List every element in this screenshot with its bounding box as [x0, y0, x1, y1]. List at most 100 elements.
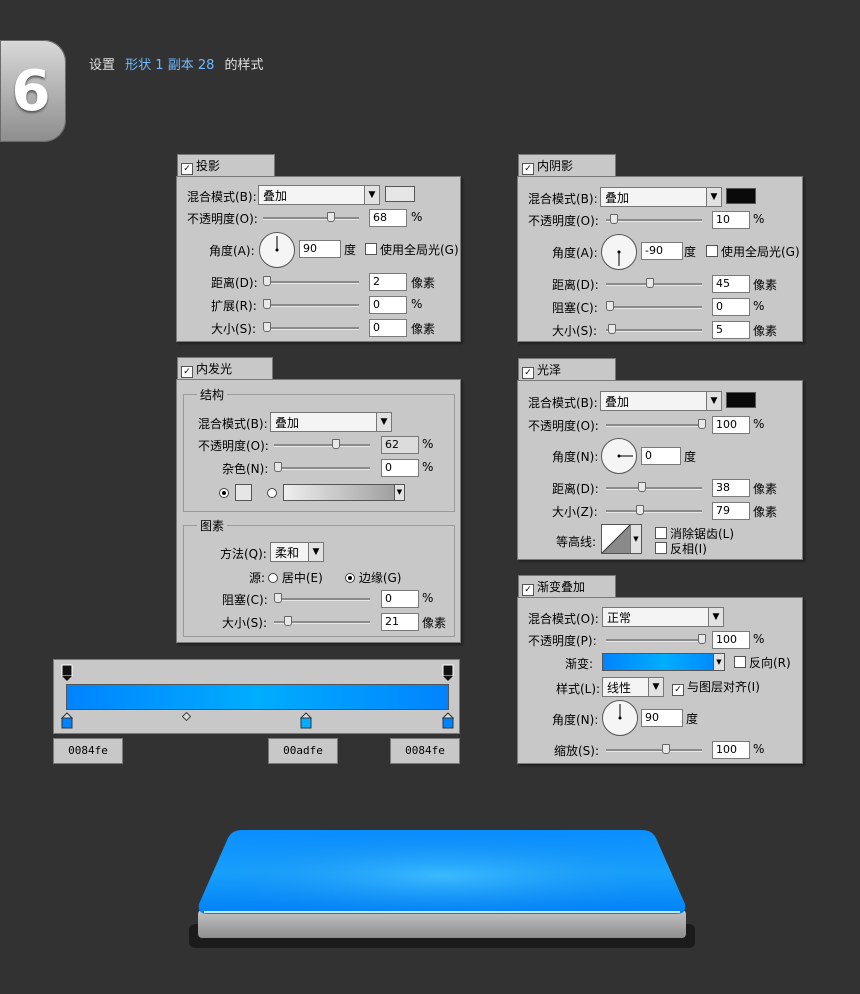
slider-knob[interactable] — [646, 278, 654, 288]
glow-gradient-swatch[interactable]: ▼ — [283, 484, 405, 501]
angle-input[interactable]: -90 — [641, 242, 683, 260]
global-light-checkbox[interactable]: 使用全局光(G) — [365, 241, 459, 258]
slider-knob[interactable] — [263, 322, 271, 332]
opacity-slider[interactable] — [606, 419, 706, 429]
style-select[interactable]: 线性 ▼ — [602, 677, 664, 697]
checkbox-box[interactable] — [734, 656, 746, 668]
spread-slider[interactable] — [263, 299, 359, 309]
invert-checkbox[interactable]: 反相(I) — [655, 540, 707, 557]
slider-knob[interactable] — [274, 593, 282, 603]
drop-shadow-checkbox[interactable]: ✓ — [181, 163, 193, 175]
angle-input[interactable]: 90 — [641, 709, 683, 727]
blend-mode-select[interactable]: 叠加 ▼ — [258, 185, 380, 205]
tab-drop-shadow[interactable]: ✓ 投影 — [177, 154, 275, 176]
shadow-color-swatch[interactable] — [385, 186, 415, 202]
angle-dial[interactable] — [259, 232, 295, 268]
checkbox-box[interactable] — [706, 245, 718, 257]
size-slider[interactable] — [274, 616, 370, 626]
color-stop-right-icon[interactable] — [442, 712, 454, 729]
angle-dial[interactable] — [602, 700, 638, 736]
opacity-input[interactable]: 62 — [381, 436, 419, 454]
choke-slider[interactable] — [606, 301, 702, 311]
tab-gradient-overlay[interactable]: ✓ 渐变叠加 — [518, 575, 616, 597]
opacity-slider[interactable] — [606, 214, 702, 224]
distance-slider[interactable] — [606, 278, 702, 288]
gradient-overlay-checkbox[interactable]: ✓ — [522, 584, 534, 596]
opacity-slider[interactable] — [606, 634, 706, 644]
slider-knob[interactable] — [610, 214, 618, 224]
size-slider[interactable] — [606, 324, 702, 334]
distance-slider[interactable] — [606, 482, 702, 492]
slider-knob[interactable] — [284, 616, 292, 626]
satin-checkbox[interactable]: ✓ — [522, 367, 534, 379]
size-input[interactable]: 0 — [369, 319, 407, 337]
opacity-input[interactable]: 68 — [369, 209, 407, 227]
radio-edge[interactable] — [345, 573, 355, 583]
checkbox-box[interactable]: ✓ — [672, 684, 684, 696]
slider-knob[interactable] — [332, 439, 340, 449]
global-light-checkbox[interactable]: 使用全局光(G) — [706, 243, 800, 260]
distance-input[interactable]: 45 — [712, 275, 750, 293]
opacity-slider[interactable] — [263, 212, 359, 222]
size-input[interactable]: 5 — [712, 321, 750, 339]
shadow-color-swatch[interactable] — [726, 188, 756, 204]
slider-knob[interactable] — [698, 634, 706, 644]
angle-input[interactable]: 0 — [641, 447, 681, 465]
spread-input[interactable]: 0 — [369, 296, 407, 314]
angle-dial[interactable] — [601, 438, 637, 474]
slider-knob[interactable] — [662, 744, 670, 754]
choke-slider[interactable] — [274, 593, 370, 603]
distance-input[interactable]: 2 — [369, 273, 407, 291]
reverse-checkbox[interactable]: 反向(R) — [734, 654, 791, 671]
color-stop-left-icon[interactable] — [61, 712, 73, 729]
slider-knob[interactable] — [636, 505, 644, 515]
technique-select[interactable]: 柔和 ▼ — [270, 542, 324, 562]
source-edge-option[interactable]: 边缘(G) — [345, 569, 402, 586]
angle-input[interactable]: 90 — [299, 240, 341, 258]
opacity-stop-right-icon[interactable] — [442, 664, 454, 682]
size-input[interactable]: 79 — [712, 502, 750, 520]
gradient-preview-bar[interactable] — [66, 684, 449, 710]
slider-knob[interactable] — [263, 276, 271, 286]
blend-mode-select[interactable]: 叠加 ▼ — [600, 391, 722, 411]
slider-knob[interactable] — [638, 482, 646, 492]
satin-color-swatch[interactable] — [726, 392, 756, 408]
scale-slider[interactable] — [606, 744, 702, 754]
checkbox-box[interactable] — [655, 542, 667, 554]
gradient-picker[interactable]: ▼ — [602, 653, 725, 671]
slider-knob[interactable] — [274, 462, 282, 472]
distance-slider[interactable] — [263, 276, 359, 286]
glow-gradient-radio[interactable] — [267, 488, 277, 498]
distance-input[interactable]: 38 — [712, 479, 750, 497]
opacity-input[interactable]: 10 — [712, 211, 750, 229]
opacity-input[interactable]: 100 — [712, 416, 750, 434]
align-layer-checkbox[interactable]: ✓ 与图层对齐(I) — [672, 678, 760, 696]
slider-knob[interactable] — [606, 301, 614, 311]
scale-input[interactable]: 100 — [712, 741, 750, 759]
source-center-option[interactable]: 居中(E) — [268, 569, 323, 586]
inner-shadow-checkbox[interactable]: ✓ — [522, 163, 534, 175]
size-slider[interactable] — [263, 322, 359, 332]
noise-slider[interactable] — [274, 462, 370, 472]
choke-input[interactable]: 0 — [381, 590, 419, 608]
opacity-input[interactable]: 100 — [712, 631, 750, 649]
choke-input[interactable]: 0 — [712, 298, 750, 316]
noise-input[interactable]: 0 — [381, 459, 419, 477]
blend-mode-select[interactable]: 叠加 ▼ — [270, 412, 392, 432]
midpoint-diamond-icon[interactable] — [182, 712, 191, 721]
angle-dial[interactable] — [601, 234, 637, 270]
blend-mode-select[interactable]: 正常 ▼ — [602, 607, 724, 627]
contour-picker[interactable]: ▼ — [601, 524, 642, 554]
radio-center[interactable] — [268, 573, 278, 583]
color-stop-mid-icon[interactable] — [300, 712, 312, 729]
blend-mode-select[interactable]: 叠加 ▼ — [600, 187, 722, 207]
tab-inner-glow[interactable]: ✓ 内发光 — [177, 357, 273, 379]
size-input[interactable]: 21 — [381, 613, 419, 631]
opacity-stop-left-icon[interactable] — [61, 664, 73, 682]
slider-knob[interactable] — [263, 299, 271, 309]
inner-glow-checkbox[interactable]: ✓ — [181, 366, 193, 378]
tab-satin[interactable]: ✓ 光泽 — [518, 358, 616, 380]
glow-color-radio[interactable] — [219, 488, 229, 498]
opacity-slider[interactable] — [274, 439, 370, 449]
size-slider[interactable] — [606, 505, 702, 515]
